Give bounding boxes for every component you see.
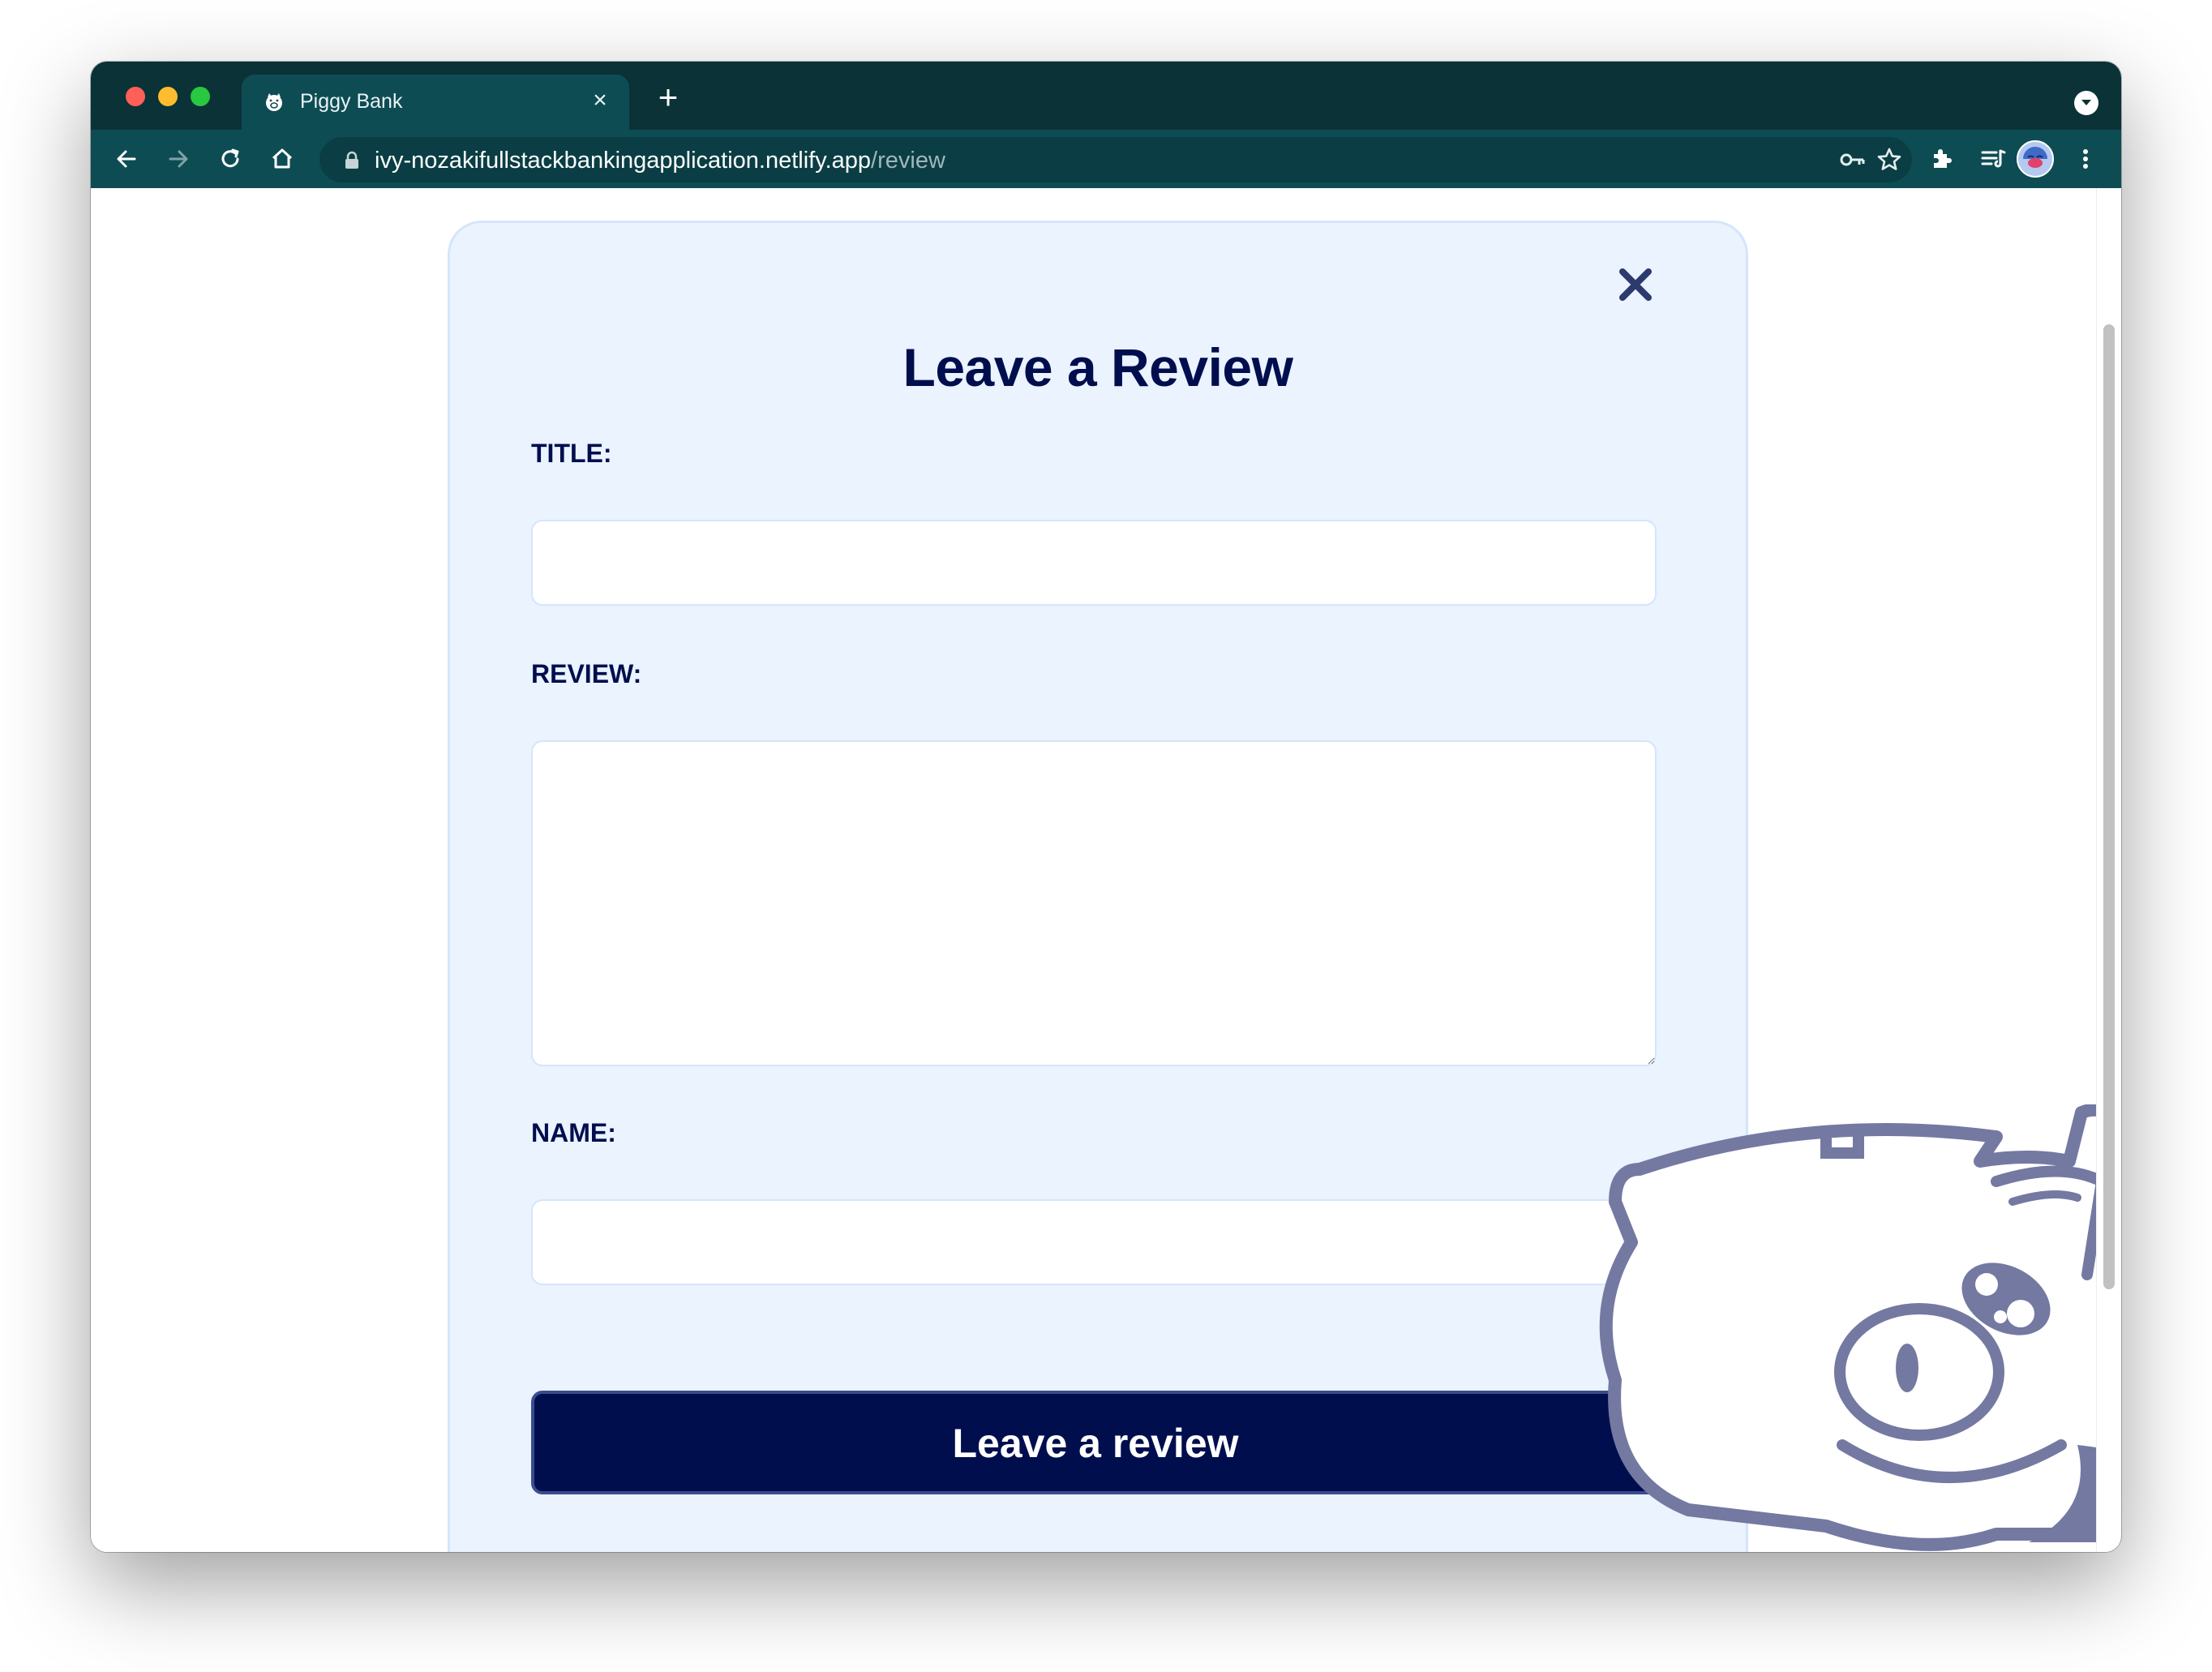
page-viewport: Leave a Review TITLE: REVIEW: NAME: Leav… bbox=[91, 188, 2121, 1552]
review-label: REVIEW: bbox=[531, 659, 642, 688]
name-label: NAME: bbox=[531, 1118, 616, 1147]
url-host: ivy-nozakifullstackbankingapplication.ne… bbox=[375, 148, 872, 174]
piggy-favicon-icon bbox=[266, 93, 282, 111]
tab-title: Piggy Bank bbox=[300, 90, 403, 113]
home-icon[interactable] bbox=[268, 144, 297, 174]
close-window-button[interactable] bbox=[126, 87, 145, 106]
new-tab-button[interactable]: + bbox=[650, 79, 686, 115]
title-input[interactable] bbox=[531, 520, 1657, 606]
profile-avatar[interactable] bbox=[2016, 139, 2055, 178]
browser-toolbar: ivy-nozakifullstackbankingapplication.ne… bbox=[91, 130, 2121, 188]
tab-search-icon[interactable] bbox=[2074, 91, 2098, 115]
extensions-icon[interactable] bbox=[1927, 144, 1956, 174]
name-input[interactable] bbox=[531, 1199, 1657, 1285]
back-icon[interactable] bbox=[112, 144, 141, 174]
review-textarea[interactable] bbox=[531, 740, 1657, 1066]
tab-close-icon[interactable]: × bbox=[585, 86, 615, 115]
reload-icon[interactable] bbox=[216, 144, 245, 174]
forward-icon[interactable] bbox=[164, 144, 193, 174]
star-icon[interactable] bbox=[1876, 147, 1902, 173]
leave-review-button[interactable]: Leave a review bbox=[531, 1391, 1660, 1494]
close-icon[interactable] bbox=[1611, 260, 1660, 309]
tab-piggy-bank[interactable]: Piggy Bank × bbox=[242, 75, 629, 130]
piggy-mascot-icon bbox=[1599, 1104, 2121, 1551]
tab-strip: Piggy Bank × + bbox=[91, 62, 2121, 130]
browser-window: Piggy Bank × + ivy-nozakifullstackbankin… bbox=[91, 62, 2121, 1552]
form-heading: Leave a Review bbox=[902, 337, 1293, 397]
title-label: TITLE: bbox=[531, 439, 612, 468]
lock-icon[interactable] bbox=[344, 151, 360, 170]
scrollbar-thumb[interactable] bbox=[2103, 324, 2115, 1289]
url-text: ivy-nozakifullstackbankingapplication.ne… bbox=[375, 148, 945, 174]
vertical-scrollbar[interactable] bbox=[2096, 188, 2121, 1552]
url-path: /review bbox=[871, 148, 945, 174]
address-bar[interactable]: ivy-nozakifullstackbankingapplication.ne… bbox=[319, 137, 1912, 182]
more-menu-icon[interactable] bbox=[2071, 144, 2100, 174]
key-icon[interactable] bbox=[1839, 148, 1867, 172]
minimize-window-button[interactable] bbox=[158, 87, 178, 106]
reading-list-icon[interactable] bbox=[1978, 144, 2008, 174]
maximize-window-button[interactable] bbox=[191, 87, 210, 106]
